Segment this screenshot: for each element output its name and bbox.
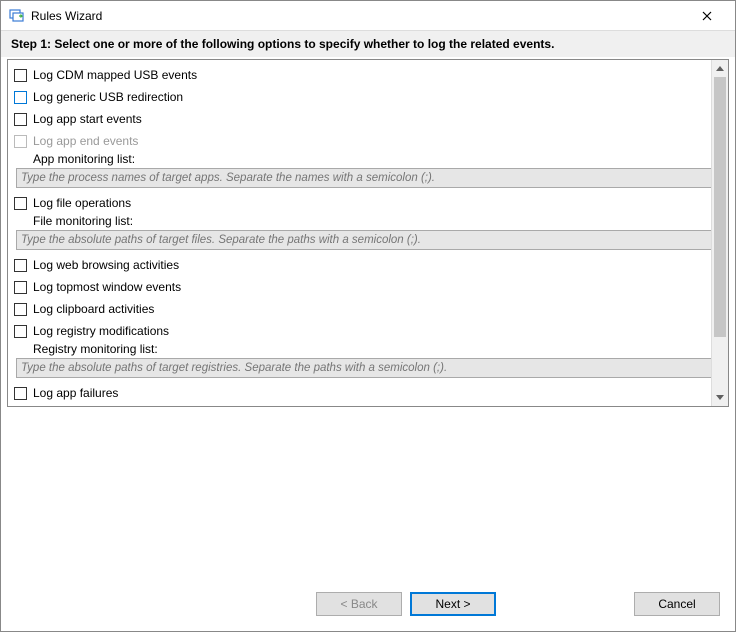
label-registry: Log registry modifications xyxy=(33,321,169,341)
option-topmost: Log topmost window events xyxy=(14,276,705,298)
checkbox-cdm-usb[interactable] xyxy=(14,69,27,82)
checkbox-generic-usb[interactable] xyxy=(14,91,27,104)
label-web: Log web browsing activities xyxy=(33,255,179,275)
checkbox-file-ops[interactable] xyxy=(14,197,27,210)
footer-buttons: < Back Next > Cancel xyxy=(316,592,720,616)
label-app-failures: Log app failures xyxy=(33,383,118,403)
checkbox-registry[interactable] xyxy=(14,325,27,338)
scrollbar[interactable] xyxy=(711,60,728,406)
scroll-track[interactable] xyxy=(712,337,728,389)
back-button: < Back xyxy=(316,592,402,616)
checkbox-clipboard[interactable] xyxy=(14,303,27,316)
input-file-monitoring[interactable] xyxy=(16,230,711,250)
app-icon xyxy=(9,8,25,24)
checkbox-topmost[interactable] xyxy=(14,281,27,294)
label-generic-usb: Log generic USB redirection xyxy=(33,87,183,107)
checkbox-app-end xyxy=(14,135,27,148)
label-file-monitoring: File monitoring list: xyxy=(33,214,705,228)
option-app-end: Log app end events xyxy=(14,130,705,152)
label-file-ops: Log file operations xyxy=(33,193,131,213)
input-app-monitoring[interactable] xyxy=(16,168,711,188)
option-app-start: Log app start events xyxy=(14,108,705,130)
label-app-start: Log app start events xyxy=(33,109,142,129)
label-registry-monitoring: Registry monitoring list: xyxy=(33,342,705,356)
label-cdm-usb: Log CDM mapped USB events xyxy=(33,65,197,85)
option-web: Log web browsing activities xyxy=(14,254,705,276)
titlebar: Rules Wizard xyxy=(1,1,735,31)
step-heading: Step 1: Select one or more of the follow… xyxy=(1,31,735,57)
option-generic-usb: Log generic USB redirection xyxy=(14,86,705,108)
checkbox-app-start[interactable] xyxy=(14,113,27,126)
scroll-thumb[interactable] xyxy=(714,77,726,337)
window-title: Rules Wizard xyxy=(31,9,687,23)
option-app-failures: Log app failures xyxy=(14,382,705,404)
scroll-up-icon[interactable] xyxy=(712,60,728,77)
close-button[interactable] xyxy=(687,2,727,30)
option-clipboard: Log clipboard activities xyxy=(14,298,705,320)
checkbox-web[interactable] xyxy=(14,259,27,272)
cancel-button[interactable]: Cancel xyxy=(634,592,720,616)
options-panel: Log CDM mapped USB events Log generic US… xyxy=(7,59,729,407)
options-list: Log CDM mapped USB events Log generic US… xyxy=(8,60,711,406)
scroll-down-icon[interactable] xyxy=(712,389,728,406)
option-registry: Log registry modifications xyxy=(14,320,705,342)
checkbox-app-failures[interactable] xyxy=(14,387,27,400)
label-clipboard: Log clipboard activities xyxy=(33,299,154,319)
option-file-ops: Log file operations xyxy=(14,192,705,214)
label-app-end: Log app end events xyxy=(33,131,138,151)
next-button[interactable]: Next > xyxy=(410,592,496,616)
option-cdm-usb: Log CDM mapped USB events xyxy=(14,64,705,86)
label-app-monitoring: App monitoring list: xyxy=(33,152,705,166)
label-topmost: Log topmost window events xyxy=(33,277,181,297)
input-registry-monitoring[interactable] xyxy=(16,358,711,378)
